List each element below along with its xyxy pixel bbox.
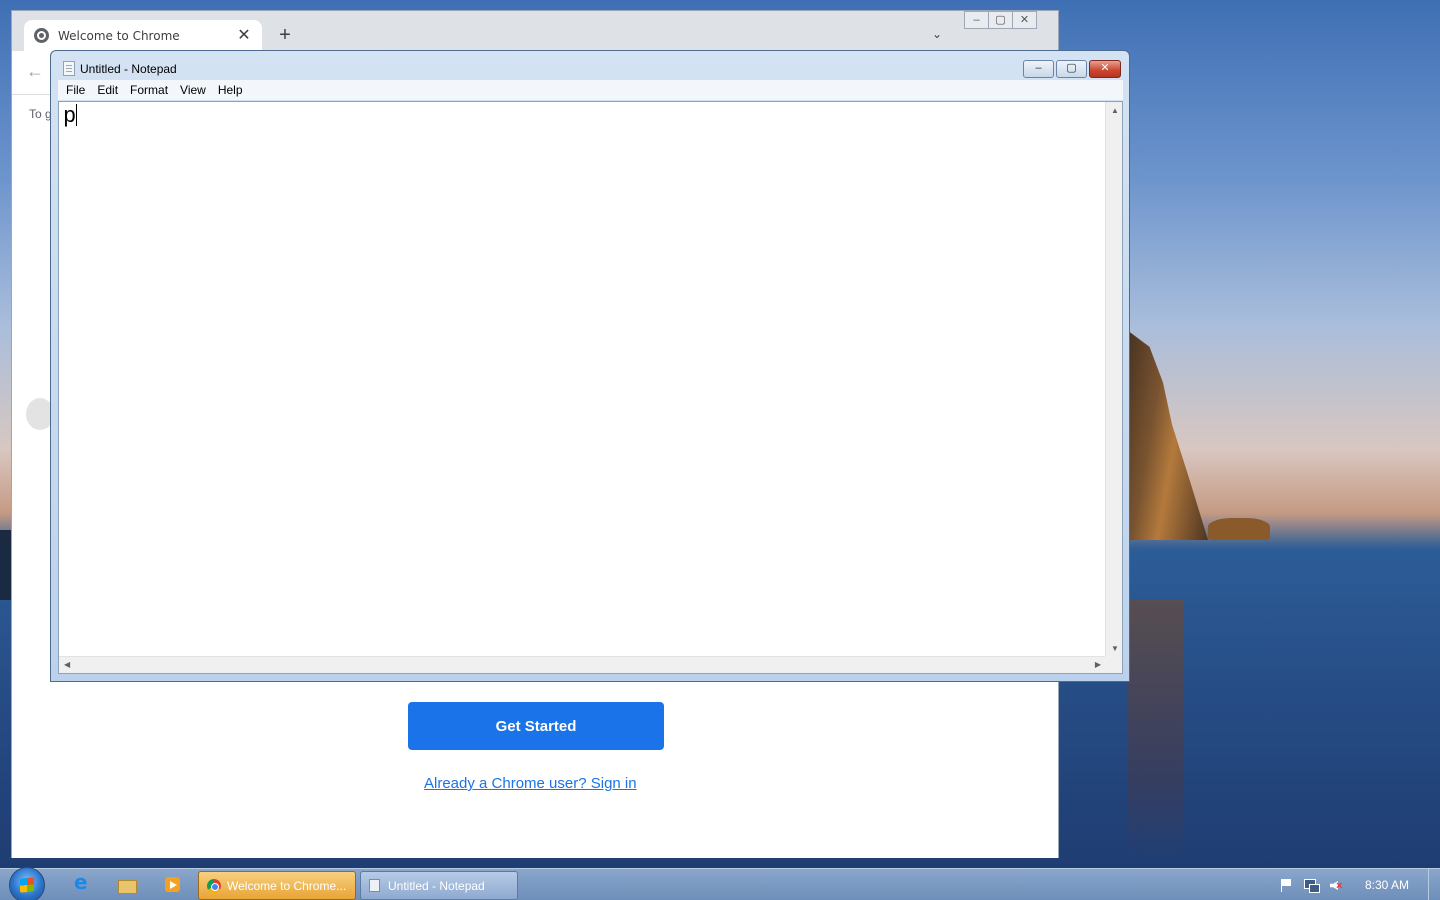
globe-icon	[34, 28, 49, 43]
chrome-minimize-button[interactable]: –	[964, 11, 989, 29]
volume-muted-icon[interactable]	[1328, 877, 1344, 893]
notepad-icon	[369, 879, 380, 892]
scroll-up-arrow-icon[interactable]: ▲	[1111, 106, 1119, 115]
file-explorer-icon[interactable]	[116, 874, 138, 896]
partial-heading-text: To g	[29, 107, 52, 121]
action-center-flag-icon[interactable]	[1278, 877, 1294, 893]
notepad-maximize-button[interactable]: ▢	[1056, 60, 1087, 78]
new-tab-button[interactable]: +	[274, 24, 296, 46]
start-button[interactable]	[9, 867, 45, 900]
taskbar-notepad-button[interactable]: Untitled - Notepad	[360, 871, 518, 900]
chrome-window-controls: – ▢ ✕	[964, 11, 1037, 29]
notepad-text: p	[63, 104, 77, 129]
taskbar-clock[interactable]: 8:30 AM	[1365, 878, 1409, 892]
scroll-left-arrow-icon[interactable]: ◀	[64, 660, 70, 669]
sign-in-link[interactable]: Already a Chrome user? Sign in	[424, 775, 637, 792]
wallpaper-rock	[1208, 518, 1270, 540]
notepad-title: Untitled - Notepad	[80, 62, 177, 76]
media-player-icon[interactable]	[162, 874, 184, 896]
get-started-button[interactable]: Get Started	[408, 702, 664, 750]
notepad-menubar: File Edit Format View Help	[58, 80, 1123, 100]
notepad-close-button[interactable]: ✕	[1089, 60, 1121, 78]
taskbar: Welcome to Chrome... Untitled - Notepad …	[0, 867, 1440, 900]
notepad-minimize-button[interactable]: –	[1023, 60, 1054, 78]
notepad-icon	[63, 61, 75, 76]
chrome-tab-welcome[interactable]: Welcome to Chrome ✕	[24, 20, 262, 51]
back-arrow-icon[interactable]: ←	[26, 61, 44, 82]
tab-title: Welcome to Chrome	[58, 28, 180, 43]
chrome-titlebar[interactable]: Welcome to Chrome ✕ + ⌄ – ▢ ✕	[12, 11, 1058, 51]
menu-edit[interactable]: Edit	[91, 83, 124, 97]
tab-search-chevron-icon[interactable]: ⌄	[932, 27, 942, 41]
wallpaper-reflection	[1128, 600, 1183, 860]
notepad-text-area[interactable]: p ▲ ▼ ◀ ▶	[58, 101, 1123, 674]
menu-view[interactable]: View	[174, 83, 212, 97]
horizontal-scrollbar[interactable]: ◀ ▶	[59, 656, 1106, 673]
taskbar-notepad-label: Untitled - Notepad	[388, 878, 485, 893]
chrome-icon	[207, 878, 221, 893]
wallpaper-cliff	[1118, 330, 1208, 540]
scroll-right-arrow-icon[interactable]: ▶	[1095, 660, 1101, 669]
text-caret	[76, 104, 78, 126]
taskbar-chrome-button[interactable]: Welcome to Chrome...	[198, 871, 356, 900]
scroll-down-arrow-icon[interactable]: ▼	[1111, 644, 1119, 653]
menu-format[interactable]: Format	[124, 83, 174, 97]
notepad-window-controls: – ▢ ✕	[1023, 60, 1121, 78]
windows-logo-icon	[20, 877, 34, 893]
network-icon[interactable]	[1303, 877, 1320, 893]
vertical-scrollbar[interactable]: ▲ ▼	[1105, 102, 1122, 657]
internet-explorer-icon[interactable]	[71, 870, 93, 896]
system-tray: 8:30 AM	[1278, 869, 1409, 900]
taskbar-chrome-label: Welcome to Chrome...	[227, 878, 347, 893]
menu-help[interactable]: Help	[212, 83, 249, 97]
tab-close-icon[interactable]: ✕	[236, 27, 252, 44]
resize-grip[interactable]	[1105, 656, 1122, 673]
show-desktop-button[interactable]	[1428, 869, 1440, 900]
chrome-close-button[interactable]: ✕	[1012, 11, 1037, 29]
notepad-text-line: p	[63, 104, 78, 129]
notepad-window[interactable]: Untitled - Notepad – ▢ ✕ File Edit Forma…	[50, 50, 1130, 682]
menu-file[interactable]: File	[60, 83, 91, 97]
chrome-maximize-button[interactable]: ▢	[988, 11, 1013, 29]
